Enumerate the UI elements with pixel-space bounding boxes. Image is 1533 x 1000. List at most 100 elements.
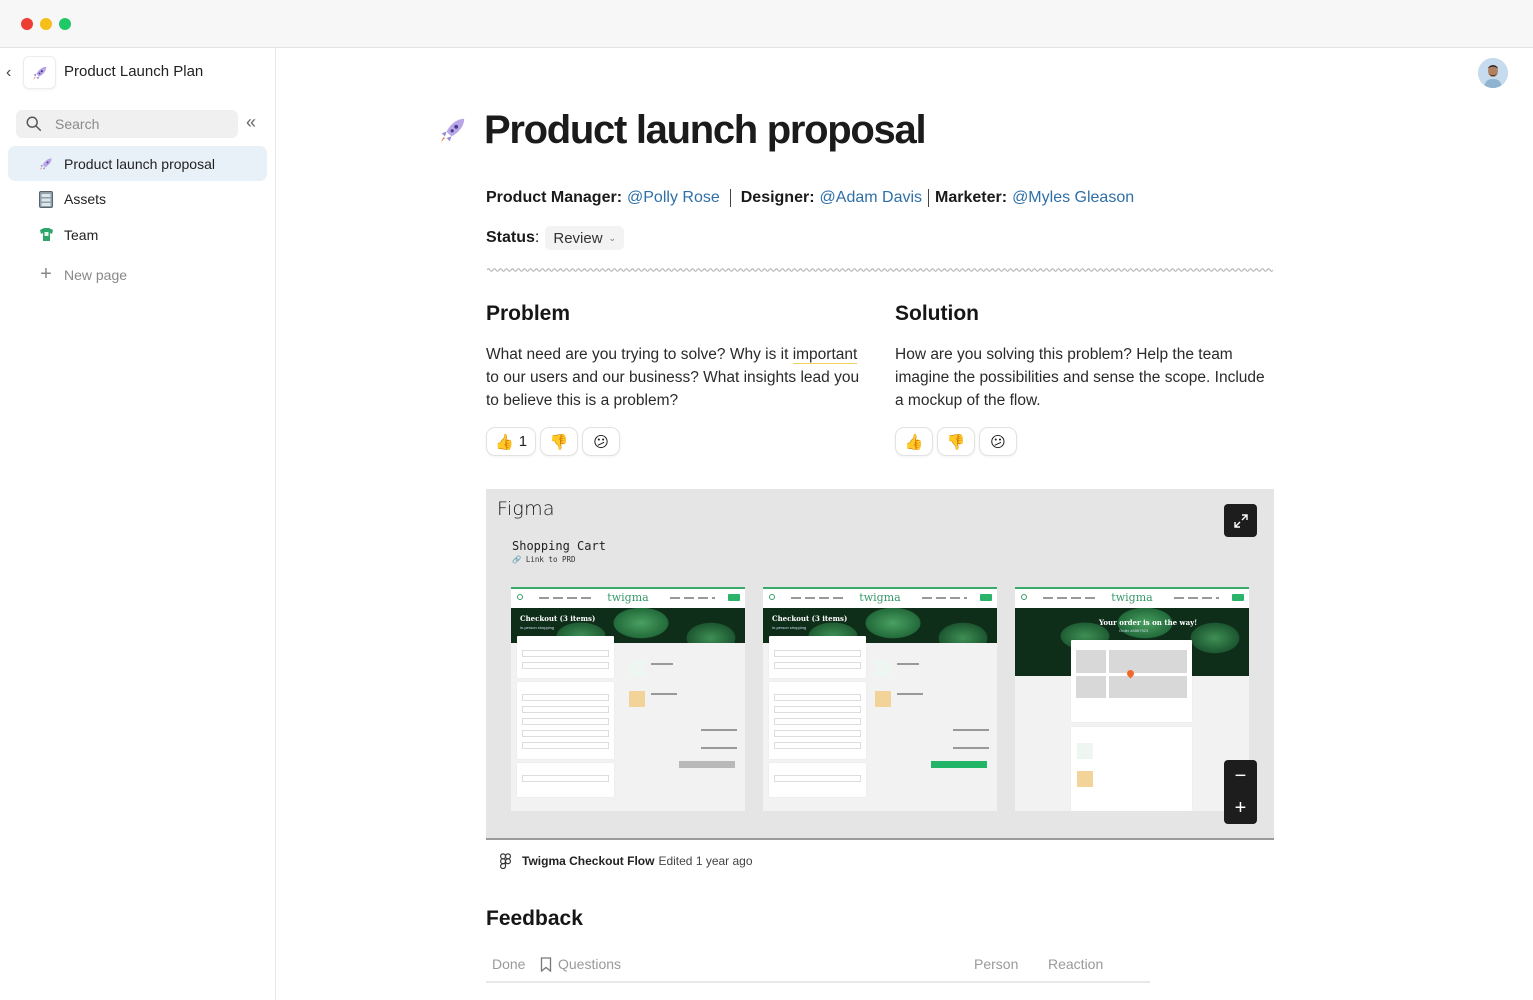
mock-hero-title: Checkout (3 items) (772, 614, 848, 623)
feedback-table-header: Done Questions Person Reaction (486, 953, 1150, 983)
problem-text-part: to our users and our business? What insi… (486, 369, 860, 409)
mock-map-card (1071, 640, 1192, 722)
mock-field (522, 662, 609, 669)
zoom-in-button[interactable]: + (1224, 792, 1257, 824)
solution-section: Solution How are you solving this proble… (895, 302, 1275, 456)
search-icon (517, 594, 523, 600)
chevron-left-icon[interactable]: ‹ (6, 64, 11, 82)
embed-edited-time: Edited 1 year ago (658, 854, 753, 868)
sidebar-item-team[interactable]: Team (8, 217, 267, 252)
status-dropdown[interactable]: Review ⌄ (545, 226, 625, 250)
mock-field (774, 706, 861, 713)
reaction-confused[interactable]: 😕 (979, 427, 1017, 456)
sidebar-item-assets[interactable]: Assets (8, 182, 267, 217)
mock-text (701, 747, 737, 749)
mock-field (774, 650, 861, 657)
new-page-button[interactable]: + New page (8, 257, 267, 292)
figma-embed[interactable]: Figma Shopping Cart 🔗 Link to PRD twigma… (486, 489, 1274, 840)
search-icon (26, 116, 42, 132)
figma-logo-icon (500, 853, 511, 869)
reaction-thumbs-down[interactable]: 👎 (937, 427, 975, 456)
double-chevron-left-icon[interactable]: « (246, 112, 256, 133)
team-icon (37, 226, 55, 244)
mock-field (522, 775, 609, 782)
main-content: Product launch proposal Product Manager:… (277, 48, 1533, 1000)
problem-text-part: What need are you trying to solve? Why i… (486, 346, 793, 363)
rocket-icon (37, 155, 55, 173)
solution-heading: Solution (895, 302, 979, 325)
mock-plant-thumb (1077, 743, 1093, 759)
mock-card (769, 636, 866, 678)
reaction-thumbs-down[interactable]: 👎 (540, 427, 579, 456)
mention-link[interactable]: @Adam Davis (820, 189, 923, 207)
mock-field (522, 742, 609, 749)
zoom-out-button[interactable]: − (1224, 760, 1257, 792)
window-close-button[interactable] (21, 18, 33, 30)
thumbs-down-icon: 👎 (946, 433, 966, 451)
mock-card (1071, 727, 1192, 811)
mock-field (774, 742, 861, 749)
confused-face-icon: 😕 (990, 433, 1006, 451)
figma-frame-order-confirmed[interactable]: twigma Your order is on the way! Order #… (1015, 587, 1249, 811)
workspace-icon-box[interactable] (23, 56, 56, 89)
mock-text (953, 729, 989, 731)
plus-icon: + (40, 263, 52, 285)
mock-card (769, 682, 866, 759)
mention-link[interactable]: @Polly Rose (627, 189, 720, 207)
column-header-done[interactable]: Done (492, 956, 525, 972)
sidebar-item-product-launch-proposal[interactable]: Product launch proposal (8, 146, 267, 181)
wavy-divider (487, 268, 1273, 272)
mock-plant-thumb (629, 691, 645, 707)
mock-field (774, 694, 861, 701)
mock-card (517, 682, 614, 759)
window-maximize-button[interactable] (59, 18, 71, 30)
mock-logo: twigma (1111, 591, 1153, 604)
mock-signin-button (980, 594, 992, 601)
reaction-thumbs-up[interactable]: 👍 1 (486, 427, 537, 456)
column-header-questions[interactable]: Questions (558, 956, 621, 972)
mock-text (701, 729, 737, 731)
mock-nav-links (1174, 597, 1219, 599)
solution-text: How are you solving this problem? Help t… (895, 346, 1265, 409)
mock-logo: twigma (859, 591, 901, 604)
expand-embed-button[interactable] (1224, 504, 1257, 537)
board-link[interactable]: 🔗 Link to PRD (512, 555, 576, 564)
window-minimize-button[interactable] (40, 18, 52, 30)
reaction-confused[interactable]: 😕 (582, 427, 621, 456)
mock-hero-sub: in-person shopping (772, 625, 807, 630)
mock-field (774, 775, 861, 782)
bookmark-icon (540, 957, 552, 975)
role-label: Designer: (740, 189, 815, 206)
mock-nav-links (922, 597, 967, 599)
figma-frame-checkout-filled[interactable]: twigma Checkout (3 items) in-person shop… (763, 587, 997, 811)
search-input[interactable] (55, 116, 215, 132)
mention-link[interactable]: @Myles Gleason (1012, 189, 1134, 207)
zoom-controls: − + (1224, 760, 1257, 824)
status-row: Status: Review ⌄ (486, 226, 625, 250)
mock-logo: twigma (607, 591, 649, 604)
mock-signin-button (728, 594, 740, 601)
column-header-person[interactable]: Person (974, 956, 1018, 972)
mock-text (953, 747, 989, 749)
mock-text (897, 663, 919, 665)
reaction-thumbs-up[interactable]: 👍 (895, 427, 933, 456)
mock-field (774, 718, 861, 725)
figma-frame-checkout-empty[interactable]: twigma Checkout (3 items) in-person shop… (511, 587, 745, 811)
sidebar-nav: Product launch proposal Assets Team + Ne… (8, 146, 267, 293)
mock-hero-title: Checkout (3 items) (520, 614, 596, 623)
mock-field (522, 650, 609, 657)
feedback-heading: Feedback (486, 907, 583, 930)
embed-file-name[interactable]: Twigma Checkout Flow (522, 854, 654, 868)
mock-field (522, 694, 609, 701)
mock-hero-sub: in-person shopping (520, 625, 555, 630)
workspace-title: Product Launch Plan (64, 63, 204, 80)
search-box[interactable] (16, 110, 238, 138)
status-colon: : (534, 229, 540, 246)
mock-field (522, 706, 609, 713)
column-header-reaction[interactable]: Reaction (1048, 956, 1103, 972)
comment-highlight[interactable]: important (792, 346, 858, 364)
mock-text (897, 693, 923, 695)
rocket-icon (32, 66, 46, 80)
rocket-icon[interactable] (437, 114, 469, 146)
reaction-count: 1 (518, 433, 528, 450)
